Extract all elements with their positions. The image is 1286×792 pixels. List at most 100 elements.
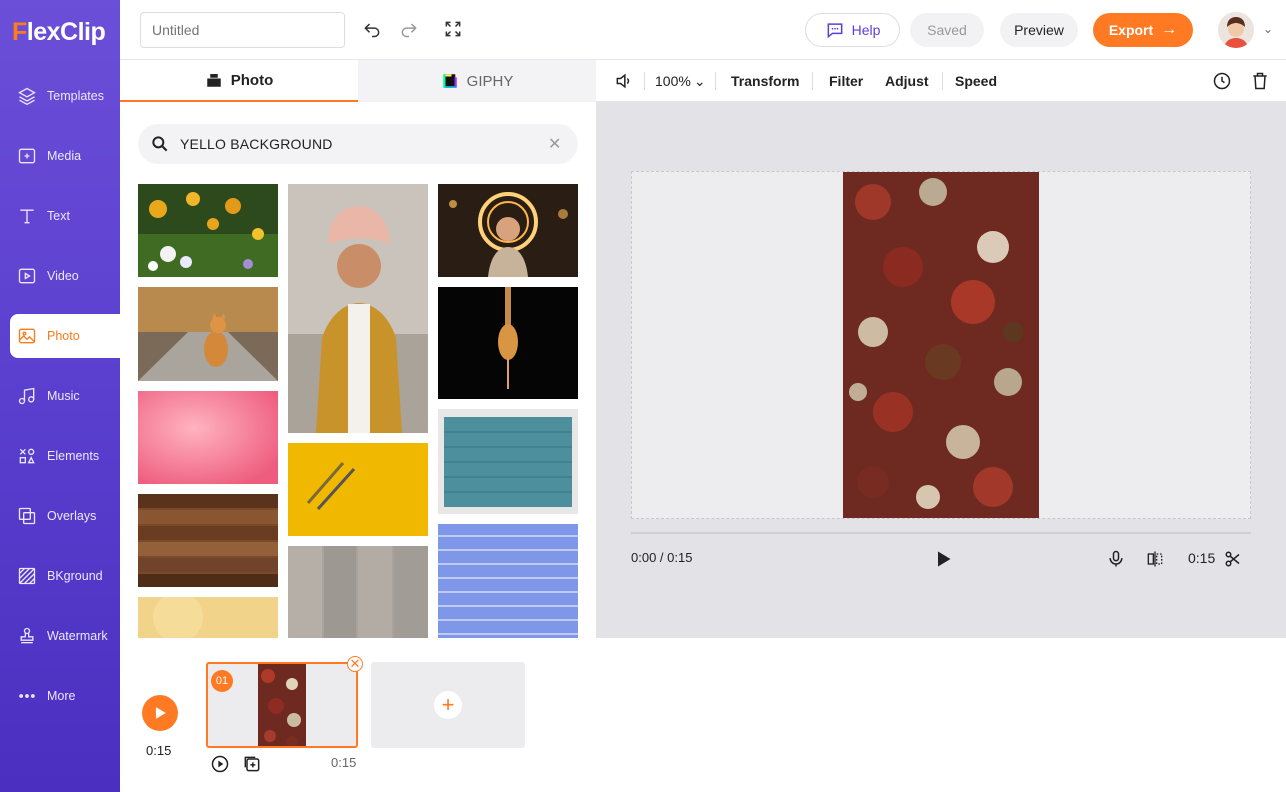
export-button[interactable]: Export → bbox=[1093, 13, 1193, 47]
transform-button[interactable]: Transform bbox=[731, 60, 799, 102]
canvas-photo-spices[interactable] bbox=[843, 172, 1039, 518]
preview-label: Preview bbox=[1014, 22, 1064, 38]
editor-area: 100% ⌄ Transform Filter Adjust Speed 0:0… bbox=[596, 60, 1286, 638]
sidebar-item-video[interactable]: Video bbox=[0, 254, 120, 298]
sidebar-item-label: BKground bbox=[47, 569, 103, 583]
add-clip-button[interactable]: + bbox=[371, 662, 525, 748]
search-icon bbox=[152, 136, 168, 152]
chevron-down-icon[interactable]: ⌄ bbox=[1263, 22, 1273, 36]
photo-result-cat[interactable] bbox=[138, 287, 278, 381]
close-icon[interactable]: ✕ bbox=[347, 656, 363, 672]
fullscreen-icon[interactable] bbox=[442, 18, 464, 40]
speed-button[interactable]: Speed bbox=[955, 60, 997, 102]
playback-progress[interactable] bbox=[631, 532, 1251, 534]
clear-search-icon[interactable]: ✕ bbox=[548, 134, 570, 154]
transform-label: Transform bbox=[731, 73, 800, 89]
split-icon[interactable] bbox=[1145, 549, 1165, 569]
sidebar-item-more[interactable]: More bbox=[0, 674, 120, 718]
preview-button[interactable]: Preview bbox=[1000, 13, 1078, 47]
layers-icon bbox=[16, 85, 38, 107]
photo-result-honey-dipper[interactable] bbox=[438, 287, 578, 399]
photo-result-boy-turban[interactable] bbox=[288, 184, 428, 433]
photo-result-yellow-pencils[interactable] bbox=[288, 443, 428, 536]
timeline: 0:15 01 ✕ + 0:15 bbox=[120, 638, 1286, 792]
media-icon bbox=[16, 145, 38, 167]
more-icon bbox=[16, 685, 38, 707]
clock-icon[interactable] bbox=[1212, 60, 1232, 102]
photo-result-teal-bricks[interactable] bbox=[438, 409, 578, 514]
arrow-right-icon: → bbox=[1161, 21, 1178, 38]
duplicate-clip-icon[interactable] bbox=[242, 754, 262, 774]
chevron-down-icon: ⌄ bbox=[693, 72, 706, 89]
app-logo[interactable]: FlexClip bbox=[12, 16, 106, 48]
video-icon bbox=[16, 265, 38, 287]
saved-label: Saved bbox=[927, 22, 967, 38]
speed-label: Speed bbox=[955, 73, 998, 89]
photo-result-grey-wood[interactable] bbox=[288, 546, 428, 638]
filter-button[interactable]: Filter bbox=[829, 60, 863, 102]
microphone-icon[interactable] bbox=[1106, 549, 1126, 569]
giphy-icon bbox=[442, 74, 457, 88]
toolbar-divider bbox=[644, 72, 645, 90]
tab-photo-label: Photo bbox=[230, 71, 274, 89]
avatar[interactable] bbox=[1218, 12, 1254, 48]
adjust-label: Adjust bbox=[885, 73, 929, 89]
clip-thumbnail bbox=[258, 664, 306, 746]
sidebar-item-label: Video bbox=[47, 269, 79, 283]
undo-icon[interactable] bbox=[361, 18, 383, 40]
clip-play-icon[interactable] bbox=[210, 754, 230, 774]
tab-giphy[interactable]: GIPHY bbox=[358, 60, 596, 102]
saved-button[interactable]: Saved bbox=[910, 13, 984, 47]
sidebar-item-overlays[interactable]: Overlays bbox=[0, 494, 120, 538]
sidebar-item-music[interactable]: Music bbox=[0, 374, 120, 418]
tab-photo[interactable]: Photo bbox=[120, 60, 358, 102]
panel-tabs: Photo GIPHY bbox=[120, 60, 596, 102]
photo-result-wood-planks[interactable] bbox=[138, 494, 278, 587]
photo-result-blue-bricks[interactable] bbox=[438, 524, 578, 638]
sidebar-item-templates[interactable]: Templates bbox=[0, 74, 120, 118]
photo-result-flowers[interactable] bbox=[138, 184, 278, 277]
background-icon bbox=[16, 565, 38, 587]
photo-result-girl-lights[interactable] bbox=[438, 184, 578, 277]
sidebar-item-text[interactable]: Text bbox=[0, 194, 120, 238]
sidebar-item-bkground[interactable]: BKground bbox=[0, 554, 120, 598]
text-icon bbox=[16, 205, 38, 227]
media-panel: Photo GIPHY YELLO BACKGROUND ✕ bbox=[120, 60, 596, 638]
sidebar-item-photo[interactable]: Photo bbox=[10, 314, 120, 358]
redo-icon[interactable] bbox=[398, 18, 420, 40]
sidebar-item-label: Music bbox=[47, 389, 80, 403]
chat-icon bbox=[827, 23, 843, 39]
toolbar-divider bbox=[812, 72, 813, 90]
zoom-value: 100% bbox=[655, 73, 691, 89]
trash-icon[interactable] bbox=[1250, 60, 1270, 102]
preview-canvas[interactable] bbox=[631, 171, 1251, 519]
search-input[interactable]: YELLO BACKGROUND bbox=[180, 136, 548, 152]
photo-result-pink-clouds[interactable] bbox=[138, 391, 278, 484]
elements-icon bbox=[16, 445, 38, 467]
tab-giphy-label: GIPHY bbox=[466, 72, 514, 90]
project-title-input[interactable] bbox=[140, 12, 345, 48]
play-icon[interactable] bbox=[933, 549, 953, 569]
volume-icon[interactable] bbox=[614, 60, 634, 102]
timeline-play-button[interactable] bbox=[142, 695, 178, 731]
zoom-select[interactable]: 100% ⌄ bbox=[655, 60, 706, 102]
filter-label: Filter bbox=[829, 73, 864, 89]
help-button[interactable]: Help bbox=[805, 13, 900, 47]
sidebar-item-elements[interactable]: Elements bbox=[0, 434, 120, 478]
editor-toolbar: 100% ⌄ Transform Filter Adjust Speed bbox=[596, 60, 1286, 102]
sidebar-item-media[interactable]: Media bbox=[0, 134, 120, 178]
sidebar-item-label: Text bbox=[47, 209, 70, 223]
search-bar[interactable]: YELLO BACKGROUND ✕ bbox=[138, 124, 578, 164]
sidebar-item-watermark[interactable]: Watermark bbox=[0, 614, 120, 658]
photo-result-yellow-texture[interactable] bbox=[138, 597, 278, 638]
adjust-button[interactable]: Adjust bbox=[885, 60, 929, 102]
overlays-icon bbox=[16, 505, 38, 527]
plus-icon: + bbox=[434, 691, 462, 719]
sidebar-item-label: Elements bbox=[47, 449, 100, 463]
photo-icon bbox=[16, 325, 38, 347]
photo-stack-icon bbox=[207, 74, 221, 87]
scissors-icon[interactable] bbox=[1224, 550, 1242, 568]
music-icon bbox=[16, 385, 38, 407]
duration-readout: 0:15 bbox=[1188, 550, 1216, 566]
timeline-clip[interactable]: 01 bbox=[206, 662, 358, 748]
